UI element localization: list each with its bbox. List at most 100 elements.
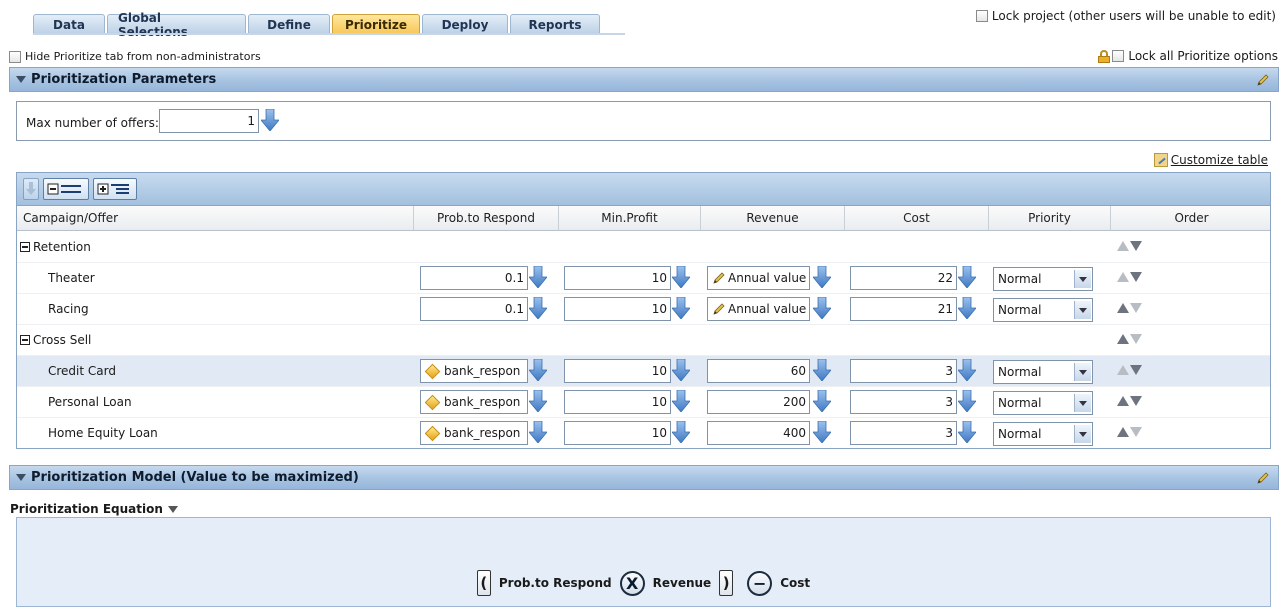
order-arrows[interactable]	[1117, 427, 1142, 437]
equation-term-prob[interactable]: Prob.to Respond	[499, 576, 612, 590]
priority-select[interactable]: Normal	[993, 267, 1093, 291]
multiply-operator-icon[interactable]: X	[619, 570, 645, 596]
max-offers-arrow-icon[interactable]	[261, 109, 279, 131]
value-picker-arrow-icon[interactable]	[529, 297, 547, 319]
hide-tab-checkbox[interactable]	[9, 50, 21, 63]
revenue-field[interactable]: 400	[707, 421, 810, 445]
cost-field[interactable]: 3	[850, 390, 957, 414]
lock-project-checkbox[interactable]	[975, 10, 988, 22]
prob-to-respond-field[interactable]: bank_respon	[420, 390, 528, 414]
chevron-down-icon[interactable]	[1074, 394, 1091, 412]
open-paren-button[interactable]: (	[476, 570, 491, 596]
priority-select[interactable]: Normal	[993, 422, 1093, 446]
tab-global-selections[interactable]: Global Selections	[107, 11, 246, 39]
prob-to-respond-field[interactable]: 0.1	[420, 266, 528, 290]
min-profit-field[interactable]: 10	[564, 297, 671, 321]
value-picker-arrow-icon[interactable]	[813, 421, 831, 443]
revenue-field[interactable]: Annual value	[707, 297, 810, 321]
min-profit-field[interactable]: 10	[564, 390, 671, 414]
equation-label[interactable]: Prioritization Equation	[10, 502, 178, 516]
cost-field[interactable]: 3	[850, 359, 957, 383]
cost-field[interactable]: 22	[850, 266, 957, 290]
move-up-icon[interactable]	[1117, 365, 1129, 375]
tab-deploy[interactable]: Deploy	[422, 14, 508, 34]
move-up-icon[interactable]	[1117, 303, 1129, 313]
value-picker-arrow-icon[interactable]	[672, 390, 690, 412]
tab-prioritize[interactable]: Prioritize	[332, 14, 420, 34]
priority-select[interactable]: Normal	[993, 391, 1093, 415]
value-picker-arrow-icon[interactable]	[958, 359, 976, 381]
model-section-header[interactable]: Prioritization Model (Value to be maximi…	[9, 465, 1279, 490]
move-up-icon[interactable]	[1117, 272, 1129, 282]
value-picker-arrow-icon[interactable]	[813, 359, 831, 381]
order-arrows[interactable]	[1117, 272, 1142, 282]
move-down-icon[interactable]	[1130, 241, 1142, 251]
prob-to-respond-field[interactable]: bank_respon	[420, 359, 528, 383]
value-picker-arrow-icon[interactable]	[958, 390, 976, 412]
priority-select[interactable]: Normal	[993, 298, 1093, 322]
order-arrows[interactable]	[1117, 365, 1142, 375]
equation-term-revenue[interactable]: Revenue	[653, 576, 712, 590]
move-down-icon[interactable]	[1130, 272, 1142, 282]
col-header-prob-to-respond[interactable]: Prob.to Respond	[414, 206, 559, 231]
collapse-all-button[interactable]	[43, 178, 89, 200]
group-label[interactable]: Cross Sell	[20, 333, 91, 347]
col-header-cost[interactable]: Cost	[845, 206, 989, 231]
order-arrows[interactable]	[1117, 334, 1142, 344]
lock-project-option[interactable]: Lock project (other users will be unable…	[975, 9, 1276, 23]
equation-term-cost[interactable]: Cost	[780, 576, 810, 590]
col-header-campaign-offer[interactable]: Campaign/Offer	[17, 206, 414, 231]
value-picker-arrow-icon[interactable]	[813, 390, 831, 412]
min-profit-field[interactable]: 10	[564, 266, 671, 290]
collapse-triangle-icon[interactable]	[16, 76, 26, 83]
max-offers-input[interactable]: 1	[159, 109, 259, 133]
cost-field[interactable]: 21	[850, 297, 957, 321]
value-picker-arrow-icon[interactable]	[672, 297, 690, 319]
tab-data[interactable]: Data	[33, 14, 105, 34]
edit-pencil-icon[interactable]	[1256, 471, 1270, 485]
revenue-field[interactable]: 60	[707, 359, 810, 383]
col-header-priority[interactable]: Priority	[989, 206, 1111, 231]
close-paren-button[interactable]: )	[719, 570, 734, 596]
col-header-min-profit[interactable]: Min.Profit	[559, 206, 701, 231]
minus-operator-icon[interactable]: −	[747, 570, 773, 596]
value-picker-arrow-icon[interactable]	[529, 421, 547, 443]
move-up-icon[interactable]	[1117, 396, 1129, 406]
value-picker-arrow-icon[interactable]	[529, 390, 547, 412]
value-picker-arrow-icon[interactable]	[529, 359, 547, 381]
min-profit-field[interactable]: 10	[564, 421, 671, 445]
collapse-group-icon[interactable]	[20, 335, 30, 345]
prob-to-respond-field[interactable]: bank_respon	[420, 421, 528, 445]
value-picker-arrow-icon[interactable]	[672, 421, 690, 443]
lock-all-option[interactable]: Lock all Prioritize options	[1098, 49, 1278, 63]
collapse-triangle-icon[interactable]	[16, 474, 26, 481]
value-picker-arrow-icon[interactable]	[813, 266, 831, 288]
move-down-icon[interactable]	[1130, 303, 1142, 313]
equation-menu-triangle-icon[interactable]	[167, 505, 178, 513]
col-header-order[interactable]: Order	[1111, 206, 1270, 231]
order-arrows[interactable]	[1117, 396, 1142, 406]
value-picker-arrow-icon[interactable]	[958, 421, 976, 443]
move-up-icon[interactable]	[1117, 334, 1129, 344]
chevron-down-icon[interactable]	[1074, 363, 1091, 381]
value-picker-arrow-icon[interactable]	[813, 297, 831, 319]
chevron-down-icon[interactable]	[1074, 301, 1091, 319]
col-header-revenue[interactable]: Revenue	[701, 206, 845, 231]
expand-all-button[interactable]	[93, 178, 137, 200]
move-down-icon[interactable]	[1130, 427, 1142, 437]
move-down-button[interactable]	[23, 178, 39, 200]
edit-pencil-icon[interactable]	[1256, 73, 1270, 87]
tab-reports[interactable]: Reports	[510, 14, 600, 34]
move-up-icon[interactable]	[1117, 427, 1129, 437]
revenue-field[interactable]: 200	[707, 390, 810, 414]
customize-table-link[interactable]: Customize table	[1153, 153, 1268, 167]
revenue-field[interactable]: Annual value	[707, 266, 810, 290]
priority-select[interactable]: Normal	[993, 360, 1093, 384]
order-arrows[interactable]	[1117, 303, 1142, 313]
move-down-icon[interactable]	[1130, 334, 1142, 344]
params-section-header[interactable]: Prioritization Parameters	[9, 67, 1279, 92]
cost-field[interactable]: 3	[850, 421, 957, 445]
move-down-icon[interactable]	[1130, 365, 1142, 375]
chevron-down-icon[interactable]	[1074, 270, 1091, 288]
tab-define[interactable]: Define	[248, 14, 330, 34]
